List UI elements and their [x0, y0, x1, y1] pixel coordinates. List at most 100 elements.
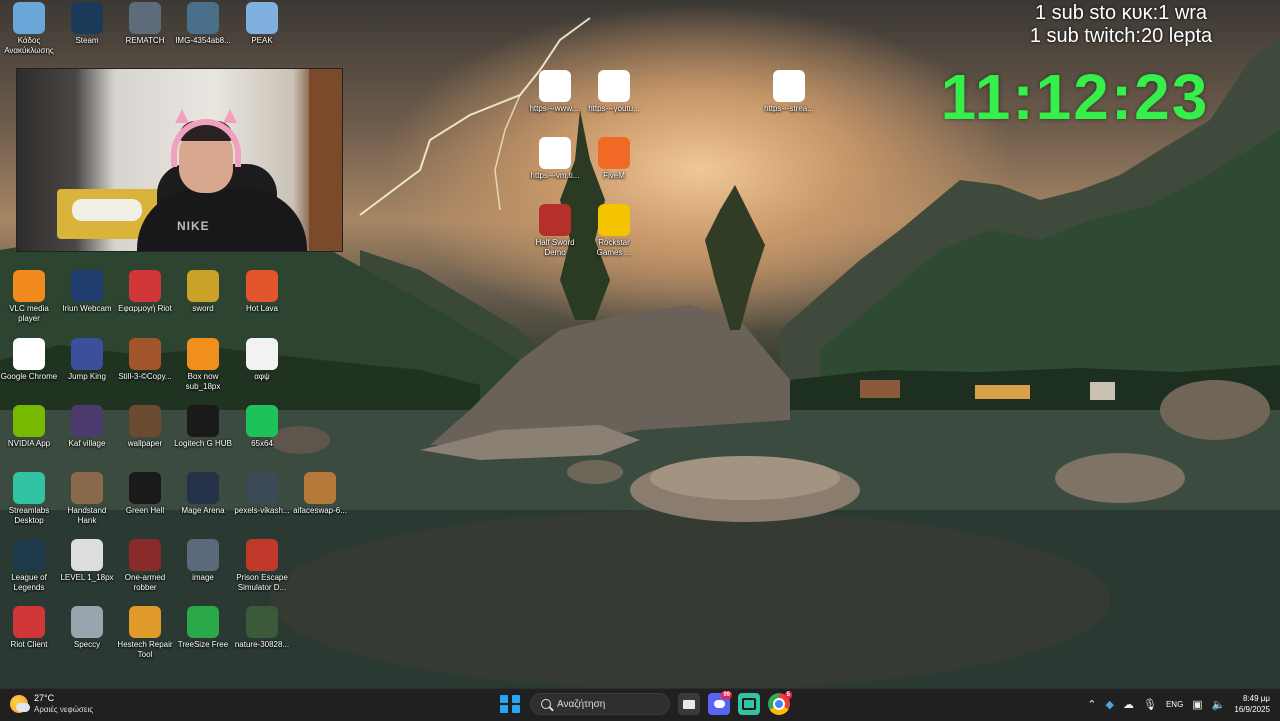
desktop-icon[interactable]: Logitech G HUB [174, 405, 232, 449]
mage-arena-icon [187, 472, 219, 504]
desktop-icon[interactable]: Hot Lava [233, 270, 291, 314]
desktop-icon-label: Still-3-©Copy... [118, 372, 172, 381]
desktop-icon[interactable]: Iriun Webcam [58, 270, 116, 314]
text-file-icon [246, 338, 278, 370]
file-explorer-button[interactable] [678, 693, 700, 715]
onedrive-cloud-icon[interactable]: ☁ [1123, 698, 1134, 711]
chrome-shortcut-icon [598, 70, 630, 102]
repair-tool-icon [129, 606, 161, 638]
webcam-pillow [72, 199, 142, 221]
desktop-icon[interactable]: TreeSize Free [174, 606, 232, 650]
desktop-icon-label: Mage Arena [181, 506, 225, 515]
desktop-icon[interactable]: Prison Escape Simulator D... [233, 539, 291, 593]
network-icon[interactable]: ▣ [1192, 698, 1202, 711]
desktop-icon[interactable]: One-armed robber [116, 539, 174, 593]
desktop-icon-label: Kaf village [68, 439, 106, 448]
streamlabs-icon [13, 472, 45, 504]
streamlabs-button[interactable] [738, 693, 760, 715]
desktop-icon[interactable]: LEVEL 1_18px [58, 539, 116, 583]
treesize-icon [187, 606, 219, 638]
desktop-icon[interactable]: FiveM [585, 137, 643, 181]
desktop-icon[interactable]: PEAK [233, 2, 291, 46]
system-tray: ⌃ ◆ ☁ 🎙 ENG ▣ 🔈 8:49 μμ 16/9/2025 [1087, 693, 1270, 715]
desktop-icon[interactable]: pexels-vikash... [233, 472, 291, 516]
desktop-icon-label: FiveM [603, 171, 625, 180]
desktop-icon-label: https---www.... [529, 104, 581, 113]
chrome-icon [13, 338, 45, 370]
webcam-person-body [137, 189, 307, 251]
desktop-icon[interactable]: Speccy [58, 606, 116, 650]
half-sword-icon [539, 204, 571, 236]
desktop-icon[interactable]: IMG-4354ab8... [174, 2, 232, 46]
desktop-icon-label: TreeSize Free [177, 640, 229, 649]
chevron-up-icon[interactable]: ⌃ [1087, 698, 1096, 711]
desktop-icon[interactable]: aifaceswap-6... [291, 472, 349, 516]
desktop-icon[interactable]: Green Hell [116, 472, 174, 516]
overlay-clock: 11:12:23 [940, 61, 1210, 133]
desktop-icon[interactable]: https---youtu... [585, 70, 643, 114]
desktop-icon-label: Riot Client [10, 640, 48, 649]
desktop-icon-label: Iriun Webcam [62, 304, 112, 313]
desktop-icon[interactable]: Steam [58, 2, 116, 46]
desktop-icon[interactable]: Rockstar Games ... [585, 204, 643, 258]
desktop-icon[interactable]: VLC media player [0, 270, 58, 324]
desktop-icon-label: PEAK [251, 36, 273, 45]
image-file-icon [129, 405, 161, 437]
desktop-icon[interactable]: Handstand Hank [58, 472, 116, 526]
taskbar: 27°C Αραιές νεφώσεις Αναζήτηση 99 5 ⌃ ◆ … [0, 688, 1280, 721]
desktop-icon[interactable]: Hestech Repair Tool [116, 606, 174, 660]
desktop-icon[interactable]: wallpaper [116, 405, 174, 449]
taskbar-clock[interactable]: 8:49 μμ 16/9/2025 [1234, 693, 1270, 715]
recycle-bin-icon [13, 2, 45, 34]
desktop-icon[interactable]: αφψ [233, 338, 291, 382]
desktop-icon-label: https---vm.ti... [530, 171, 580, 180]
desktop-icon[interactable]: https---vm.ti... [526, 137, 584, 181]
desktop-icon[interactable]: sword [174, 270, 232, 314]
start-button[interactable] [500, 693, 522, 715]
desktop-icon[interactable]: NVIDIA App [0, 405, 58, 449]
desktop-icon[interactable]: https---strea... [760, 70, 818, 114]
desktop-icon-label: Prison Escape Simulator D... [236, 573, 288, 592]
desktop-icon[interactable]: Jump King [58, 338, 116, 382]
volume-icon[interactable]: 🔈 [1212, 698, 1226, 711]
prison-escape-icon [246, 539, 278, 571]
desktop-icon-label: Box now sub_18px [185, 372, 221, 391]
desktop-icon[interactable]: Kaf village [58, 405, 116, 449]
desktop-icon-label: nature-30828... [234, 640, 290, 649]
desktop-icon[interactable]: REMATCH [116, 2, 174, 46]
image-file-icon [71, 405, 103, 437]
desktop-icon[interactable]: https---www.... [526, 70, 584, 114]
desktop-icon[interactable]: Mage Arena [174, 472, 232, 516]
microphone-icon[interactable]: 🎙 [1143, 698, 1157, 711]
desktop-icon[interactable]: League of Legends [0, 539, 58, 593]
chrome-button[interactable]: 5 [768, 691, 792, 715]
desktop-icon[interactable]: Still-3-©Copy... [116, 338, 174, 382]
search-placeholder: Αναζήτηση [557, 698, 606, 710]
desktop-icon[interactable]: Εφαρμογή Riot [116, 270, 174, 314]
desktop-icon[interactable]: nature-30828... [233, 606, 291, 650]
webcam-cat-ear-left [175, 109, 189, 123]
desktop-icon[interactable]: Box now sub_18px [174, 338, 232, 392]
weather-widget[interactable]: 27°C Αραιές νεφώσεις [10, 693, 93, 715]
desktop-icon[interactable]: 65x64 [233, 405, 291, 449]
discord-button[interactable]: 99 [708, 691, 732, 715]
desktop-icon-label: Google Chrome [0, 372, 58, 381]
webcam-door [309, 69, 342, 251]
rockstar-icon [598, 204, 630, 236]
tray-app-icon[interactable]: ◆ [1106, 698, 1114, 711]
speccy-icon [71, 606, 103, 638]
desktop-icon-label: REMATCH [125, 36, 165, 45]
weather-cloud-sun-icon [10, 695, 30, 713]
chrome-shortcut-icon [539, 70, 571, 102]
taskbar-search[interactable]: Αναζήτηση [530, 693, 670, 715]
desktop-icon[interactable]: Κάδος Ανακύκλωσης [0, 2, 58, 56]
desktop-icon-label: Hot Lava [245, 304, 279, 313]
desktop-icon[interactable]: Streamlabs Desktop [0, 472, 58, 526]
desktop-icon[interactable]: Riot Client [0, 606, 58, 650]
taskbar-date: 16/9/2025 [1234, 705, 1270, 714]
desktop-icon[interactable]: image [174, 539, 232, 583]
steam-icon [71, 2, 103, 34]
language-indicator[interactable]: ENG [1166, 700, 1183, 709]
desktop-icon[interactable]: Half Sword Demo [526, 204, 584, 258]
desktop-icon[interactable]: Google Chrome [0, 338, 58, 382]
